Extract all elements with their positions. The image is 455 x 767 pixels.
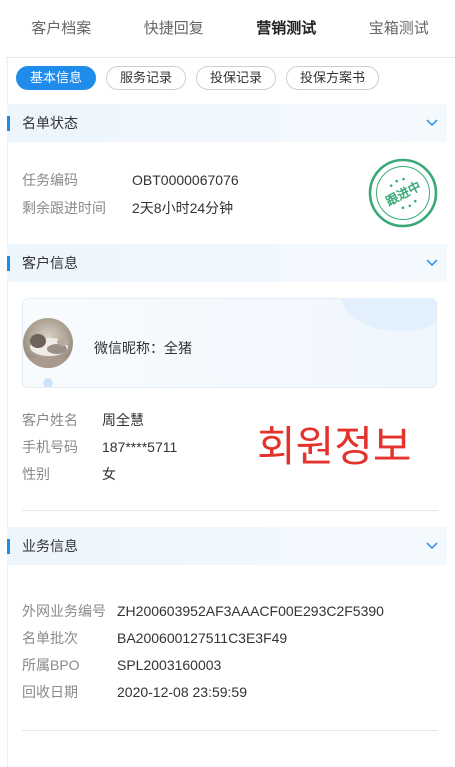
section-title: 业务信息 — [22, 538, 78, 554]
section-header-list-status[interactable]: 名单状态 — [7, 104, 447, 142]
tab-quick-reply[interactable]: 快捷回复 — [118, 0, 231, 57]
card-decoration-dot — [43, 378, 53, 387]
wechat-profile-card: 微信昵称：全猪 — [22, 298, 437, 388]
chevron-down-icon[interactable] — [425, 117, 439, 129]
tab-customer-profile[interactable]: 客户档案 — [5, 0, 118, 57]
field-external-business-id: 外网业务编号 ZH200603952AF3AAACF00E293C2F5390 — [22, 601, 442, 621]
section-accent-bar — [7, 116, 10, 131]
section-title: 名单状态 — [22, 115, 78, 131]
cat-photo-avatar-icon — [23, 318, 73, 368]
field-label: 手机号码 — [22, 439, 78, 455]
field-value: 2天8小时24分钟 — [132, 200, 234, 216]
wechat-nickname: 微信昵称：全猪 — [94, 338, 192, 358]
field-value: SPL2003160003 — [117, 657, 222, 673]
subtab-service-records[interactable]: 服务记录 — [106, 66, 187, 90]
subtab-insurance-records[interactable]: 投保记录 — [196, 66, 277, 90]
avatar — [23, 318, 73, 368]
field-list-batch: 名单批次 BA200600127511C3E3F49 — [22, 628, 442, 648]
field-value: OBT0000067076 — [132, 172, 239, 188]
field-label: 客户姓名 — [22, 412, 78, 428]
status-stamp: 跟进中 — [368, 158, 438, 228]
wechat-nickname-label: 微信昵称： — [94, 340, 164, 356]
field-label: 名单批次 — [22, 630, 78, 646]
top-tab-bar: 客户档案 快捷回复 营销测试 宝箱测试 — [5, 0, 455, 58]
field-value: 2020-12-08 23:59:59 — [117, 684, 247, 700]
field-bpo: 所属BPO SPL2003160003 — [22, 655, 442, 675]
tab-treasure-test[interactable]: 宝箱测试 — [343, 0, 455, 57]
chevron-down-icon[interactable] — [425, 257, 439, 269]
field-label: 所属BPO — [22, 657, 80, 673]
field-label: 回收日期 — [22, 684, 78, 700]
stamp-text: 跟进中 — [383, 178, 423, 209]
divider — [22, 730, 438, 731]
divider — [22, 510, 438, 511]
field-value: BA200600127511C3E3F49 — [117, 630, 288, 646]
subtab-insurance-proposal[interactable]: 投保方案书 — [286, 66, 380, 90]
field-value: ZH200603952AF3AAACF00E293C2F5390 — [117, 603, 384, 619]
section-header-customer-info[interactable]: 客户信息 — [7, 244, 447, 282]
wechat-nickname-value: 全猪 — [164, 340, 192, 356]
field-label: 外网业务编号 — [22, 603, 106, 619]
field-label: 性别 — [22, 466, 50, 482]
field-value: 周全慧 — [102, 412, 144, 428]
section-header-business-info[interactable]: 业务信息 — [7, 527, 447, 565]
card-decoration — [340, 299, 436, 331]
field-label: 剩余跟进时间 — [22, 200, 106, 216]
field-recycle-date: 回收日期 2020-12-08 23:59:59 — [22, 682, 442, 702]
chevron-down-icon[interactable] — [425, 540, 439, 552]
tab-marketing-test[interactable]: 营销测试 — [230, 0, 343, 57]
section-title: 客户信息 — [22, 255, 78, 271]
field-label: 任务编码 — [22, 172, 78, 188]
section-accent-bar — [7, 256, 10, 271]
section-accent-bar — [7, 539, 10, 554]
subtab-pills: 基本信息 服务记录 投保记录 投保方案书 — [16, 66, 380, 90]
field-value: 女 — [102, 466, 116, 482]
field-value: 187****5711 — [102, 439, 178, 455]
subtab-basic-info[interactable]: 基本信息 — [16, 66, 97, 90]
member-info-overlay-text: 회원정보 — [257, 423, 412, 470]
